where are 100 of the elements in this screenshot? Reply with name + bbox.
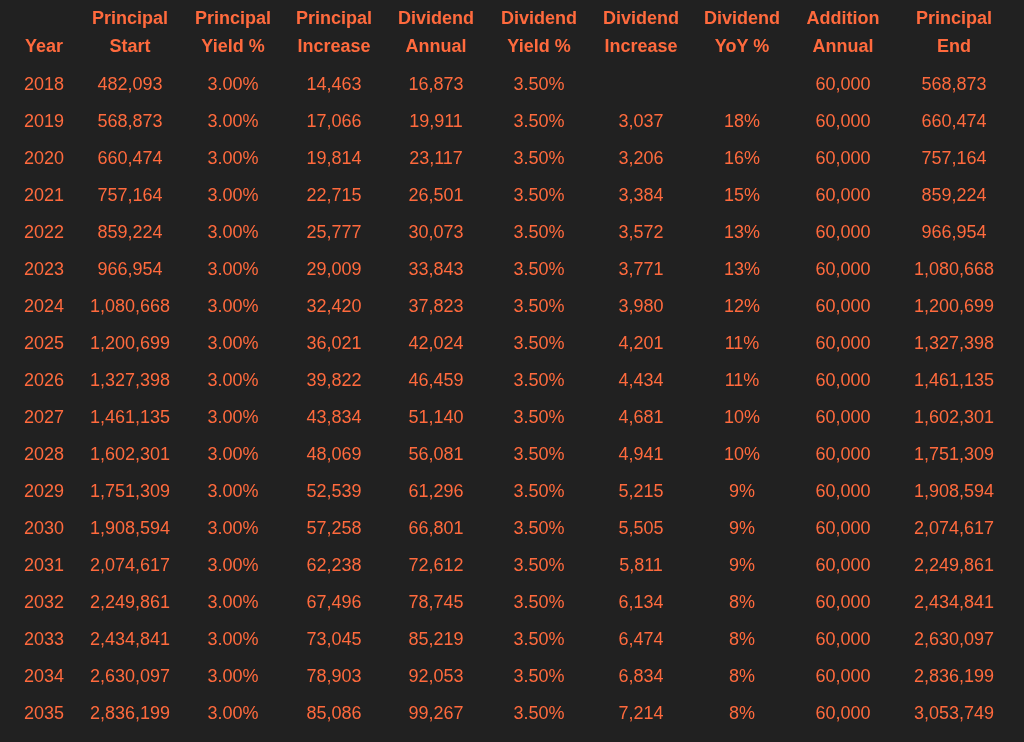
table-cell: 3.00% bbox=[207, 222, 259, 243]
table-cell: 16,873 bbox=[408, 74, 464, 95]
column-header: Annual bbox=[405, 35, 467, 58]
table-cell: 966,954 bbox=[97, 259, 163, 280]
table-cell: 3.00% bbox=[207, 333, 259, 354]
table-cell: 3.50% bbox=[513, 222, 565, 243]
table-cell: 7,214 bbox=[618, 703, 664, 724]
table-cell: 3.50% bbox=[513, 666, 565, 687]
table-cell: 8% bbox=[729, 703, 755, 724]
table-cell: 60,000 bbox=[815, 444, 871, 465]
table-cell: 60,000 bbox=[815, 518, 871, 539]
column-header: Dividend bbox=[501, 7, 577, 30]
table-cell: 8% bbox=[729, 629, 755, 650]
table-cell: 3.50% bbox=[513, 74, 565, 95]
table-cell: 92,053 bbox=[408, 666, 464, 687]
table-cell: 2032 bbox=[23, 592, 64, 613]
table-cell: 10% bbox=[724, 407, 760, 428]
table-cell: 67,496 bbox=[306, 592, 362, 613]
table-cell: 51,140 bbox=[408, 407, 464, 428]
table-cell: 16% bbox=[724, 148, 760, 169]
table-cell: 2023 bbox=[23, 259, 64, 280]
column-header: Principal bbox=[916, 7, 992, 30]
table-cell: 4,434 bbox=[618, 370, 664, 391]
table-cell: 60,000 bbox=[815, 592, 871, 613]
table-cell: 22,715 bbox=[306, 185, 362, 206]
table-cell: 5,505 bbox=[618, 518, 664, 539]
table-cell: 60,000 bbox=[815, 370, 871, 391]
table-cell: 60,000 bbox=[815, 74, 871, 95]
table-cell: 2,836,199 bbox=[913, 666, 995, 687]
column-header: Increase bbox=[604, 35, 678, 58]
table-cell: 3.00% bbox=[207, 629, 259, 650]
table-cell: 3.50% bbox=[513, 296, 565, 317]
table-cell: 3,206 bbox=[618, 148, 664, 169]
table-cell: 1,327,398 bbox=[913, 333, 995, 354]
table-cell: 60,000 bbox=[815, 629, 871, 650]
table-cell: 2,249,861 bbox=[89, 592, 171, 613]
column-header: Start bbox=[109, 35, 151, 58]
table-cell: 660,474 bbox=[921, 111, 987, 132]
table-cell: 18% bbox=[724, 111, 760, 132]
table-cell: 2030 bbox=[23, 518, 64, 539]
table-cell: 859,224 bbox=[921, 185, 987, 206]
table-cell: 2,434,841 bbox=[89, 629, 171, 650]
table-cell: 2034 bbox=[23, 666, 64, 687]
table-cell: 3.00% bbox=[207, 111, 259, 132]
table-cell: 10% bbox=[724, 444, 760, 465]
table-cell: 3.00% bbox=[207, 296, 259, 317]
table-cell: 60,000 bbox=[815, 481, 871, 502]
table-cell: 3.50% bbox=[513, 370, 565, 391]
table-cell: 13% bbox=[724, 222, 760, 243]
table-cell: 13% bbox=[724, 259, 760, 280]
table-cell: 14,463 bbox=[306, 74, 362, 95]
table-cell: 3,572 bbox=[618, 222, 664, 243]
table-cell: 1,908,594 bbox=[913, 481, 995, 502]
table-cell: 30,073 bbox=[408, 222, 464, 243]
table-cell: 23,117 bbox=[409, 148, 463, 169]
table-cell: 46,459 bbox=[408, 370, 464, 391]
table-cell: 61,296 bbox=[408, 481, 464, 502]
table-cell: 60,000 bbox=[815, 333, 871, 354]
table-cell: 2029 bbox=[23, 481, 64, 502]
table-cell: 2025 bbox=[23, 333, 64, 354]
table-cell: 3.00% bbox=[207, 74, 259, 95]
table-cell: 39,822 bbox=[306, 370, 362, 391]
table-cell: 42,024 bbox=[408, 333, 464, 354]
table-cell: 3.50% bbox=[513, 407, 565, 428]
table-cell: 3.50% bbox=[513, 518, 565, 539]
table-cell: 2020 bbox=[23, 148, 64, 169]
table-cell: 2021 bbox=[23, 185, 64, 206]
column-header: Principal bbox=[296, 7, 372, 30]
table-cell: 2033 bbox=[23, 629, 64, 650]
table-cell: 57,258 bbox=[306, 518, 362, 539]
table-cell: 2,836,199 bbox=[89, 703, 171, 724]
table-cell: 1,602,301 bbox=[89, 444, 171, 465]
table-cell: 482,093 bbox=[97, 74, 163, 95]
table-cell: 78,745 bbox=[408, 592, 464, 613]
table-cell: 1,461,135 bbox=[89, 407, 171, 428]
table-cell: 17,066 bbox=[306, 111, 362, 132]
table-cell: 3.50% bbox=[513, 703, 565, 724]
column-header: Year bbox=[24, 35, 63, 58]
table-cell: 1,751,309 bbox=[89, 481, 171, 502]
table-cell: 1,908,594 bbox=[89, 518, 171, 539]
table-cell: 3.00% bbox=[207, 555, 259, 576]
table-cell: 60,000 bbox=[815, 222, 871, 243]
table-cell: 2,630,097 bbox=[89, 666, 171, 687]
table-cell: 1,080,668 bbox=[89, 296, 171, 317]
table-cell: 60,000 bbox=[815, 407, 871, 428]
column-header: Yield % bbox=[201, 35, 265, 58]
table-cell: 2027 bbox=[23, 407, 64, 428]
table-cell: 60,000 bbox=[815, 185, 871, 206]
table-cell: 1,080,668 bbox=[913, 259, 995, 280]
column-header: YoY % bbox=[714, 35, 770, 58]
table-cell: 2,074,617 bbox=[89, 555, 171, 576]
table-cell: 3.00% bbox=[207, 703, 259, 724]
table-cell: 568,873 bbox=[97, 111, 163, 132]
column-header: End bbox=[937, 35, 971, 58]
table-cell: 1,327,398 bbox=[89, 370, 171, 391]
table-cell: 2028 bbox=[23, 444, 64, 465]
table-cell: 60,000 bbox=[815, 148, 871, 169]
table-cell: 9% bbox=[729, 518, 755, 539]
table-cell: 4,941 bbox=[618, 444, 664, 465]
table-cell: 3.50% bbox=[513, 629, 565, 650]
